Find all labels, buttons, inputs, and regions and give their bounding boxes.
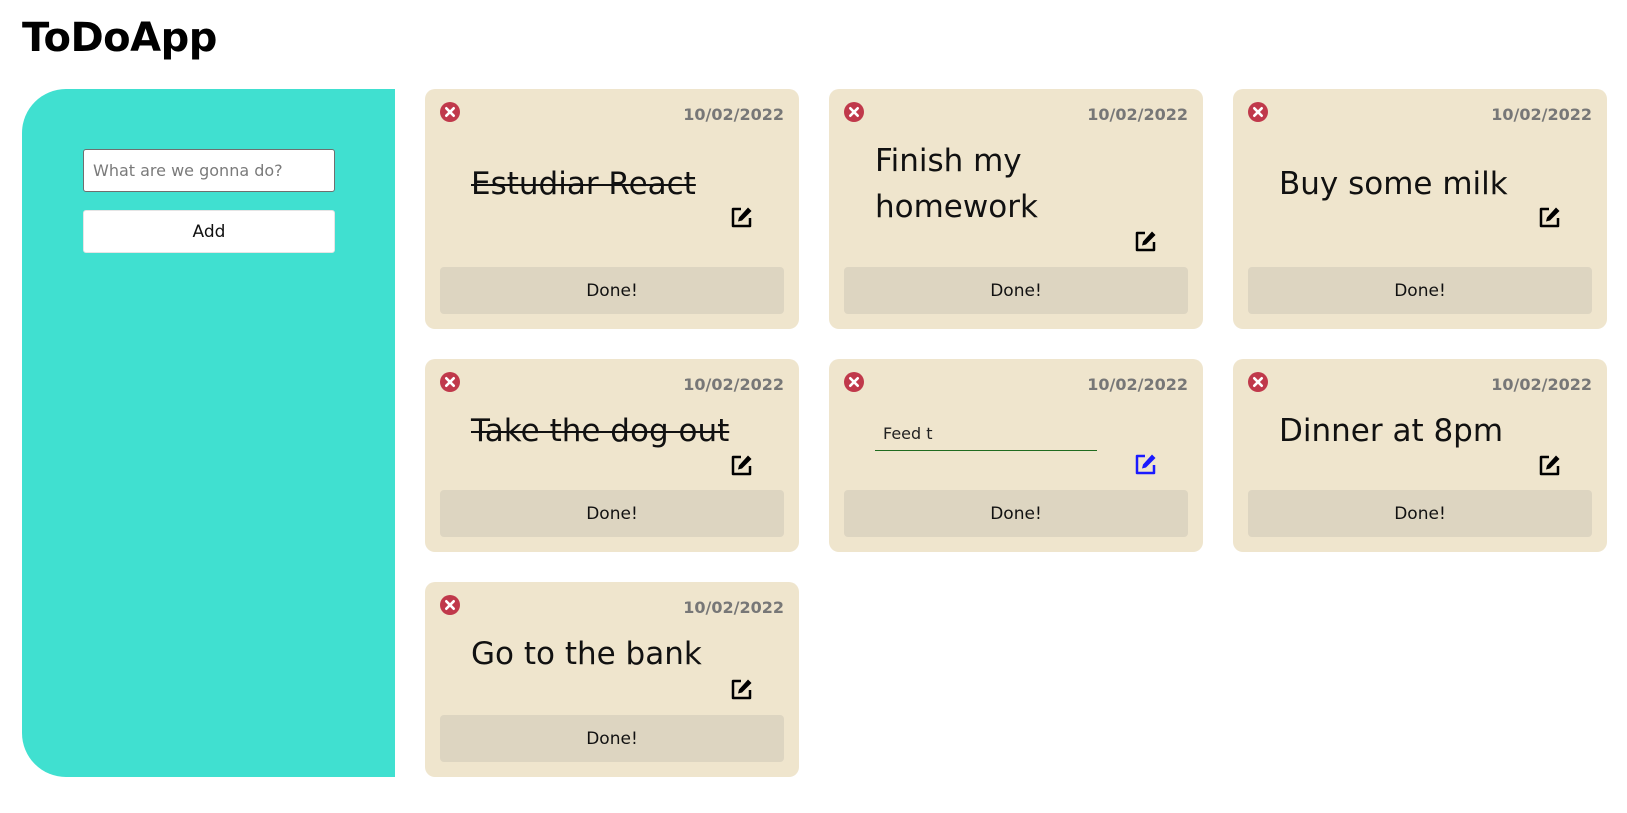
edit-icon[interactable] [730,205,754,229]
task-card: 10/02/2022 Estudiar React Done! [425,89,799,329]
close-circle-icon[interactable] [1248,102,1268,122]
task-card: 10/02/2022 Finish my homework Done! [829,89,1203,329]
task-text: Buy some milk [1279,166,1508,202]
done-button[interactable]: Done! [844,267,1188,314]
edit-icon[interactable] [730,677,754,701]
task-text: Estudiar React [471,166,696,202]
edit-icon[interactable] [1134,229,1158,253]
done-button[interactable]: Done! [1248,490,1592,537]
task-card: 10/02/2022 Go to the bank Done! [425,582,799,777]
done-button[interactable]: Done! [844,490,1188,537]
task-card: 10/02/2022 Done! [829,359,1203,552]
task-date: 10/02/2022 [1491,105,1592,124]
done-button[interactable]: Done! [1248,267,1592,314]
done-button[interactable]: Done! [440,267,784,314]
task-text: Go to the bank [471,636,702,672]
task-text: Dinner at 8pm [1279,413,1504,449]
close-circle-icon[interactable] [440,102,460,122]
task-date: 10/02/2022 [1087,375,1188,394]
edit-icon[interactable] [1538,453,1562,477]
close-circle-icon[interactable] [440,372,460,392]
edit-icon[interactable] [1538,205,1562,229]
task-text: Take the dog out [471,413,730,449]
add-button[interactable]: Add [83,210,335,253]
sidebar: Add [22,89,395,777]
edit-icon[interactable] [1134,452,1158,476]
done-button[interactable]: Done! [440,490,784,537]
task-date: 10/02/2022 [683,105,784,124]
task-card: 10/02/2022 Dinner at 8pm Done! [1233,359,1607,552]
task-card: 10/02/2022 Buy some milk Done! [1233,89,1607,329]
edit-icon[interactable] [730,453,754,477]
close-circle-icon[interactable] [844,102,864,122]
task-date: 10/02/2022 [1087,105,1188,124]
task-date: 10/02/2022 [683,375,784,394]
task-text: Finish my homework [875,143,1038,225]
app-title: ToDoApp [22,15,217,61]
new-task-input[interactable] [83,149,335,192]
close-circle-icon[interactable] [440,595,460,615]
edit-task-input[interactable] [875,417,1097,451]
close-circle-icon[interactable] [844,372,864,392]
close-circle-icon[interactable] [1248,372,1268,392]
task-card: 10/02/2022 Take the dog out Done! [425,359,799,552]
task-date: 10/02/2022 [1491,375,1592,394]
done-button[interactable]: Done! [440,715,784,762]
task-date: 10/02/2022 [683,598,784,617]
